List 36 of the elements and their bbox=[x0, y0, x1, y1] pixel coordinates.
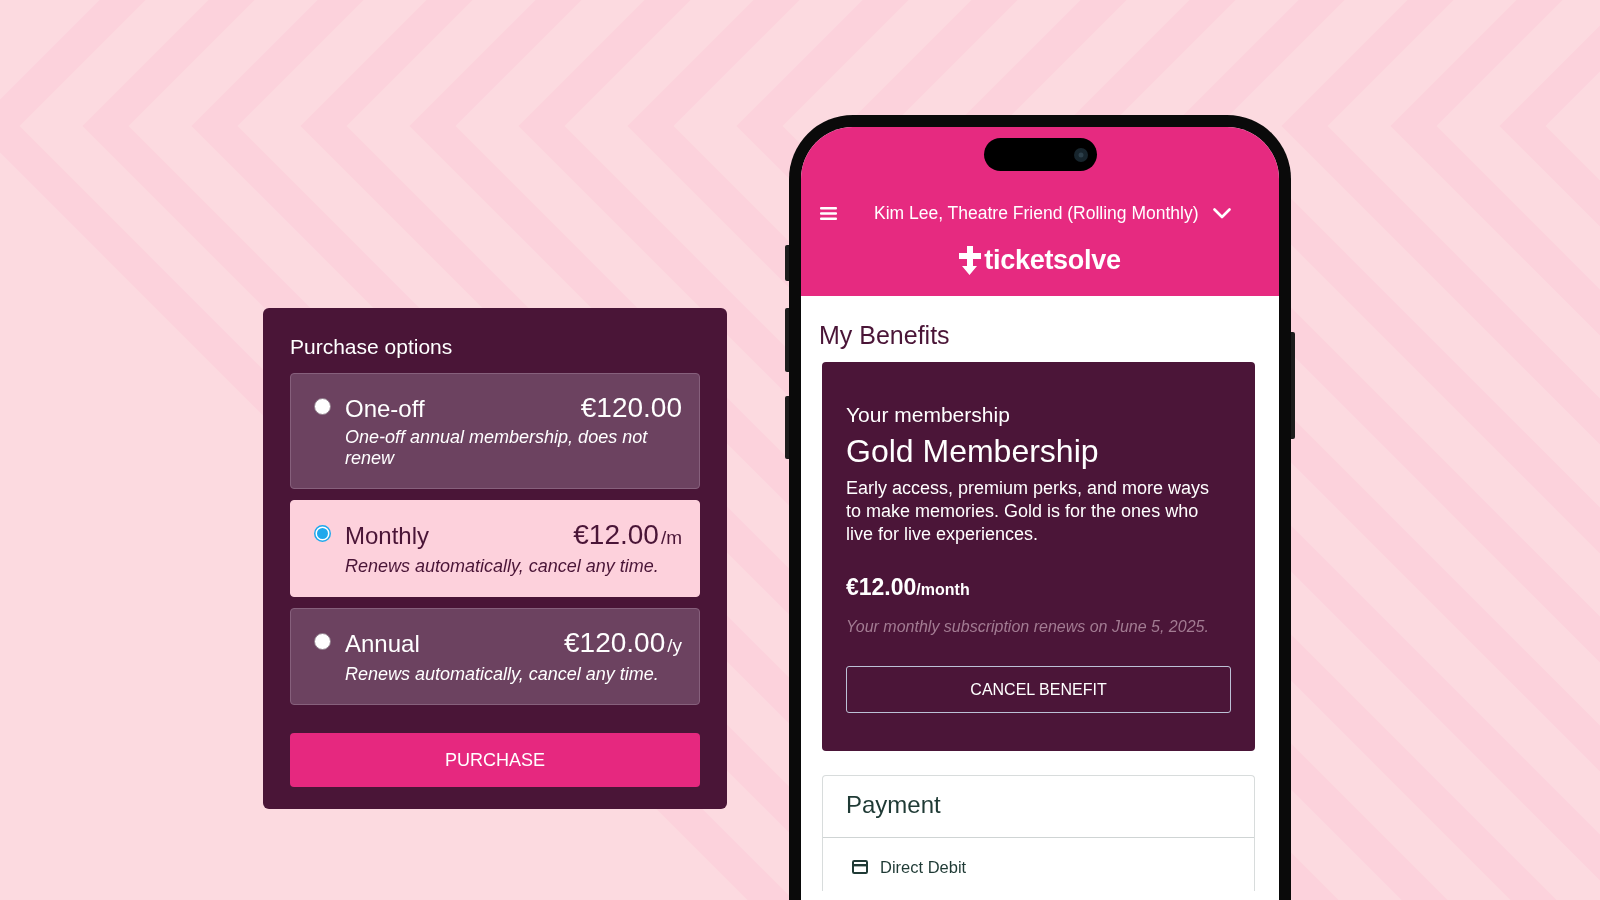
chevron-down-icon[interactable] bbox=[1212, 207, 1231, 219]
account-selector[interactable]: Kim Lee, Theatre Friend (Rolling Monthly) bbox=[874, 202, 1199, 224]
option-label: Monthly bbox=[345, 522, 430, 550]
logo-text: ticketsolve bbox=[984, 245, 1121, 275]
purchase-button[interactable]: PURCHASE bbox=[290, 733, 700, 787]
option-description: Renews automatically, cancel any time. bbox=[345, 664, 660, 685]
radio-button[interactable] bbox=[314, 633, 331, 650]
payment-method: Direct Debit bbox=[880, 857, 967, 878]
credit-card-icon bbox=[852, 860, 868, 874]
card-eyebrow: Your membership bbox=[846, 403, 1010, 427]
option-description: Renews automatically, cancel any time. bbox=[345, 556, 660, 577]
phone-side-key bbox=[785, 245, 789, 281]
camera-lens-icon bbox=[1073, 147, 1088, 162]
option-card[interactable]: Annual €120.00/y Renews automatically, cancel any time. bbox=[290, 608, 700, 705]
panel-title: Purchase options bbox=[290, 335, 453, 359]
logo-icon bbox=[959, 245, 982, 275]
phone-side-key bbox=[785, 308, 789, 372]
phone-side-key bbox=[785, 396, 789, 459]
radio-button[interactable] bbox=[314, 525, 331, 542]
option-card[interactable]: Monthly €12.00/m Renews automatically, cancel any time. bbox=[290, 500, 700, 597]
option-description: One-off annual membership, does not renew bbox=[345, 427, 649, 469]
cancel-benefit-button[interactable]: CANCEL BENEFIT bbox=[846, 666, 1231, 713]
option-label: Annual bbox=[345, 630, 420, 658]
option-price: €120.00 bbox=[580, 394, 682, 422]
renewal-note: Your monthly subscription renews on June 5, 2025. bbox=[846, 617, 1209, 637]
option-label: One-off bbox=[345, 395, 425, 423]
membership-name: Gold Membership bbox=[846, 433, 1099, 469]
membership-description: Early access, premium perks, and more ways to make memories. Gold is for the ones who live for live experiences. bbox=[846, 477, 1211, 546]
payment-title: Payment bbox=[846, 791, 942, 819]
option-card[interactable]: One-off €120.00 One-off annual membership, does not renew bbox=[290, 373, 700, 489]
menu-icon[interactable] bbox=[820, 206, 837, 220]
option-price: €120.00/y bbox=[564, 629, 682, 660]
option-price: €12.00/m bbox=[573, 521, 682, 552]
radio-button[interactable] bbox=[314, 398, 331, 415]
page-title: My Benefits bbox=[819, 320, 950, 350]
membership-price: €12.00/month bbox=[846, 573, 970, 602]
